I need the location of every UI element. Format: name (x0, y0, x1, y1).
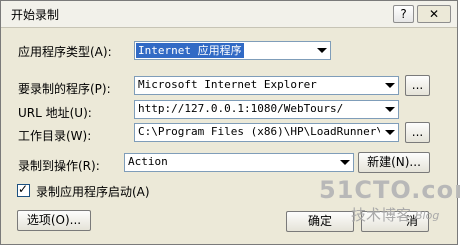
record-startup-checkbox[interactable]: ✓ (17, 182, 30, 197)
ok-button[interactable]: 确定 (286, 211, 354, 232)
url-label: URL 地址(U): (18, 106, 92, 120)
watermark-blog: Blog (415, 209, 440, 222)
url-select[interactable]: http://127.0.0.1:1080/WebTours/ (134, 100, 399, 119)
record-into-select[interactable]: Action (124, 153, 354, 172)
options-button[interactable]: 选项(O)... (17, 210, 91, 231)
work-dir-browse-button[interactable]: ... (405, 122, 430, 143)
new-action-button[interactable]: 新建(N)... (358, 152, 430, 173)
app-type-label: 应用程序类型(A): (18, 45, 112, 59)
chevron-down-icon[interactable] (337, 155, 352, 170)
program-browse-button[interactable]: ... (405, 75, 430, 96)
chevron-down-icon[interactable] (314, 43, 329, 58)
close-button[interactable]: ✕ (417, 5, 451, 23)
record-dialog: 开始录制 ? ✕ 应用程序类型(A): Internet 应用程序 要录制的程序… (0, 0, 460, 245)
help-button[interactable]: ? (393, 5, 414, 23)
watermark-subtitle: 技术博客 (351, 206, 412, 224)
record-into-label: 录制到操作(R): (18, 159, 100, 173)
program-label: 要录制的程序(P): (18, 82, 111, 96)
program-select[interactable]: Microsoft Internet Explorer (134, 76, 399, 95)
checkmark-icon: ✓ (18, 182, 29, 196)
window-title: 开始录制 (11, 8, 60, 22)
app-type-select[interactable]: Internet 应用程序 (134, 41, 331, 60)
work-dir-select[interactable]: C:\Program Files (x86)\HP\LoadRunner\bin (134, 123, 399, 142)
record-startup-label: 录制应用程序启动(A) (36, 185, 150, 199)
chevron-down-icon[interactable] (382, 102, 397, 117)
title-bar: 开始录制 ? ✕ (1, 1, 457, 28)
watermark-logo-text: 51CTO.com (319, 176, 460, 204)
chevron-down-icon[interactable] (382, 125, 397, 140)
work-dir-label: 工作目录(W): (18, 129, 92, 143)
chevron-down-icon[interactable] (382, 78, 397, 93)
